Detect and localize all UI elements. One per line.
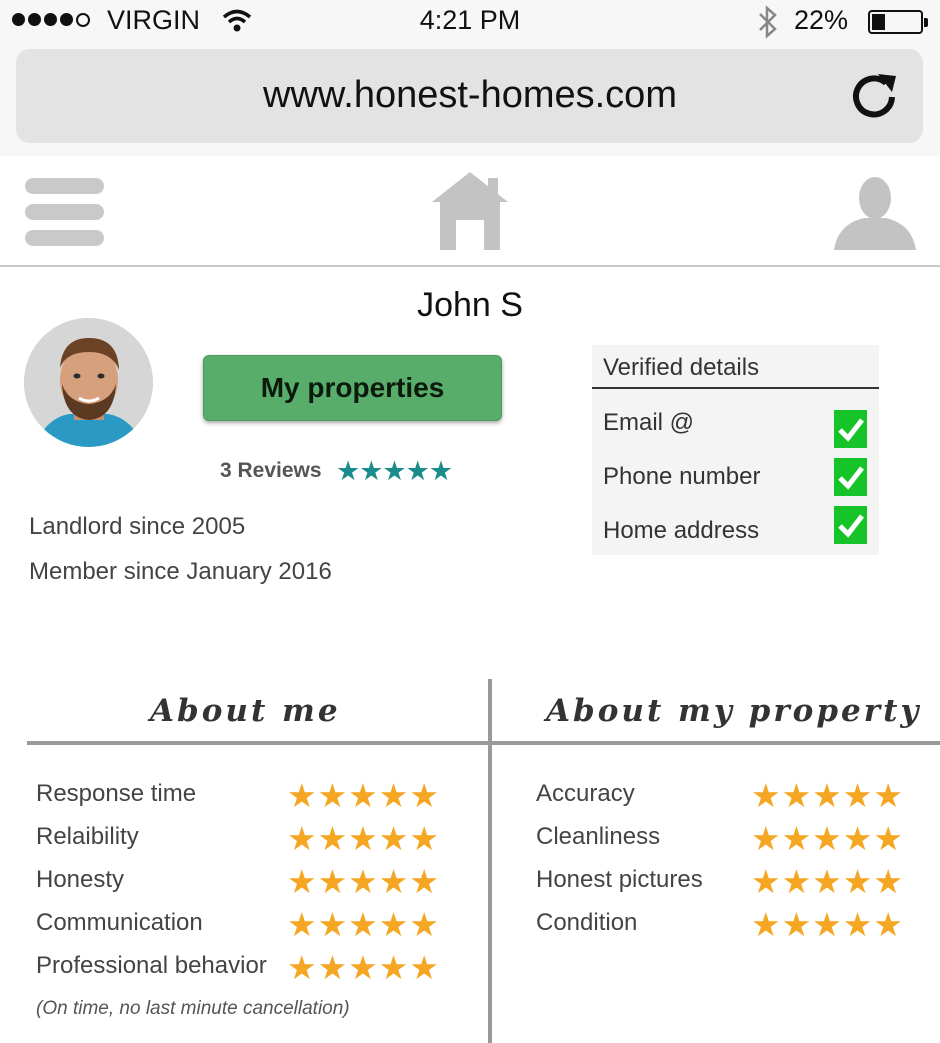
verified-item-phone: Phone number bbox=[603, 463, 761, 490]
rating-stars: ★★★★★ bbox=[287, 863, 440, 900]
profile-name: John S bbox=[417, 286, 523, 324]
member-since: Member since January 2016 bbox=[29, 558, 332, 585]
rating-label: Relaibility bbox=[36, 823, 139, 850]
about-me-title: About me bbox=[150, 693, 341, 729]
rating-stars: ★★★★★ bbox=[751, 777, 904, 814]
nav-divider bbox=[0, 265, 940, 267]
verified-details-title: Verified details bbox=[603, 354, 760, 381]
rating-stars: ★★★★★ bbox=[751, 820, 904, 857]
verified-item-address: Home address bbox=[603, 517, 760, 544]
avatar bbox=[24, 318, 153, 447]
about-property-title: About my property bbox=[546, 693, 922, 729]
rating-label: Honest pictures bbox=[536, 866, 703, 893]
rating-stars: ★★★★★ bbox=[287, 949, 440, 986]
rating-label: Accuracy bbox=[536, 780, 635, 807]
landlord-since: Landlord since 2005 bbox=[29, 513, 246, 540]
bluetooth-icon bbox=[757, 5, 779, 44]
rating-stars: ★★★★★ bbox=[287, 777, 440, 814]
rating-label: Professional behavior bbox=[36, 952, 267, 979]
verified-item-email: Email @ bbox=[603, 409, 695, 436]
checkmark-icon bbox=[834, 506, 867, 544]
review-stars: ★★★★★ bbox=[336, 456, 453, 486]
rating-stars: ★★★★★ bbox=[287, 906, 440, 943]
rating-label: Response time bbox=[36, 780, 197, 807]
my-properties-button[interactable]: My properties bbox=[203, 355, 502, 421]
verified-divider bbox=[592, 387, 879, 389]
url-text[interactable]: www.honest-homes.com bbox=[0, 74, 940, 117]
rating-label: Communication bbox=[36, 909, 203, 936]
rating-label: Honesty bbox=[36, 866, 125, 893]
column-divider bbox=[488, 679, 492, 1043]
checkmark-icon bbox=[834, 458, 867, 496]
reload-icon[interactable] bbox=[848, 70, 902, 129]
reviews-count[interactable]: 3 Reviews bbox=[220, 459, 322, 483]
home-icon[interactable] bbox=[432, 172, 508, 257]
rating-stars: ★★★★★ bbox=[287, 820, 440, 857]
rating-label: Cleanliness bbox=[536, 823, 661, 850]
battery-icon bbox=[868, 10, 928, 34]
hamburger-icon[interactable] bbox=[25, 178, 104, 256]
section-divider bbox=[27, 741, 940, 745]
rating-stars: ★★★★★ bbox=[751, 863, 904, 900]
behavior-note: (On time, no last minute cancellation) bbox=[36, 998, 350, 1019]
rating-label: Condition bbox=[536, 909, 638, 936]
battery-percent: 22% bbox=[794, 5, 849, 35]
rating-stars: ★★★★★ bbox=[751, 906, 904, 943]
user-icon[interactable] bbox=[834, 176, 916, 255]
checkmark-icon bbox=[834, 410, 867, 448]
